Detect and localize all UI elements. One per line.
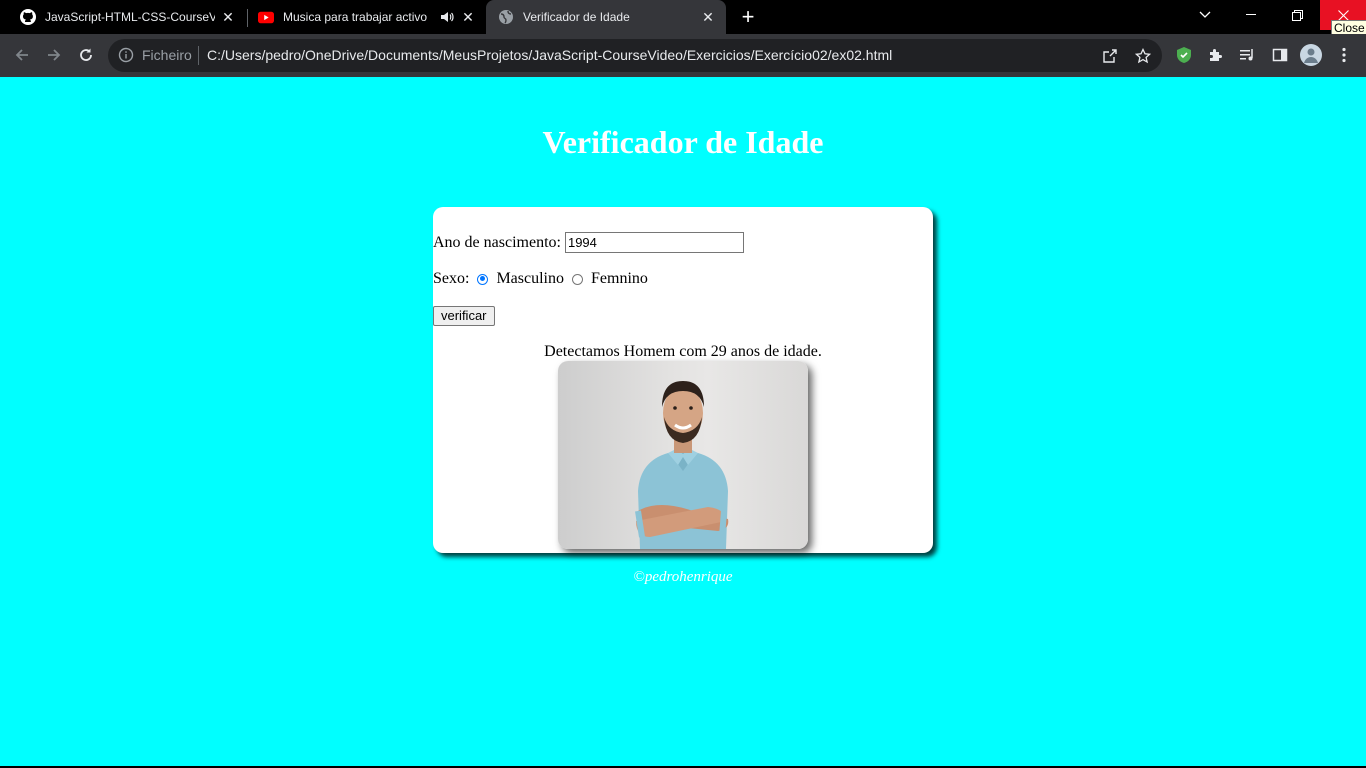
share-icon[interactable] [1101, 47, 1119, 65]
radio-male-label[interactable]: Masculino [496, 270, 564, 288]
verify-button[interactable]: verificar [433, 306, 495, 326]
restore-icon[interactable] [1274, 0, 1320, 30]
page-title: Verificador de Idade [542, 124, 824, 160]
tab-verificador-active[interactable]: Verificador de Idade ✕ [486, 0, 726, 34]
media-control-icon[interactable] [1237, 44, 1259, 66]
tab-title: JavaScript-HTML-CSS-CourseVideo [45, 10, 215, 24]
page-viewport: Verificador de Idade Ano de nascimento: … [0, 77, 1366, 766]
youtube-icon [258, 9, 274, 25]
info-icon[interactable] [118, 47, 134, 63]
tab-close-icon[interactable]: ✕ [700, 9, 716, 25]
minimize-icon[interactable] [1228, 0, 1274, 30]
side-panel-icon[interactable] [1269, 44, 1291, 66]
address-bar[interactable]: Ficheiro C:/Users/pedro/OneDrive/Documen… [108, 39, 1162, 72]
birth-year-label: Ano de nascimento: [433, 233, 561, 251]
tab-close-icon[interactable]: ✕ [460, 9, 476, 25]
profile-avatar[interactable] [1300, 44, 1322, 66]
scheme-label: Ficheiro [142, 47, 192, 63]
back-arrow-icon[interactable] [11, 44, 33, 66]
man-portrait-illustration [635, 381, 729, 549]
tab-close-icon[interactable]: ✕ [220, 9, 236, 25]
new-tab-button[interactable]: + [738, 6, 758, 28]
puzzle-extensions-icon[interactable] [1205, 44, 1227, 66]
radio-female[interactable] [572, 273, 583, 285]
close-icon [1337, 9, 1349, 21]
reload-icon[interactable] [75, 44, 97, 66]
radio-female-label[interactable]: Femnino [591, 270, 648, 288]
globe-icon [498, 9, 514, 25]
footer-credit: ©pedrohenrique [633, 569, 733, 585]
tab-github[interactable]: JavaScript-HTML-CSS-CourseVideo ✕ [0, 0, 246, 34]
menu-kebab-icon[interactable] [1333, 44, 1355, 66]
tab-search-chevron-down-icon[interactable] [1182, 0, 1228, 30]
form-card: Ano de nascimento: Sexo: Masculino Femni… [433, 207, 933, 553]
omnibox-divider [198, 46, 199, 65]
sex-label: Sexo: [433, 270, 470, 287]
url-text[interactable]: C:/Users/pedro/OneDrive/Documents/MeusPr… [207, 47, 892, 63]
birth-year-input[interactable] [564, 232, 744, 253]
tab-title: Musica para trabajar activo y alegre [283, 10, 428, 24]
bookmark-star-icon[interactable] [1134, 47, 1152, 65]
birth-year-row: Ano de nascimento: [433, 232, 744, 253]
browser-toolbar: Ficheiro C:/Users/pedro/OneDrive/Documen… [0, 34, 1366, 77]
shield-extension-icon[interactable] [1173, 44, 1195, 66]
speaker-icon[interactable] [440, 10, 454, 27]
radio-male[interactable] [477, 273, 489, 285]
sex-row: Sexo: Masculino Femnino [433, 270, 648, 288]
result-text: Detectamos Homem com 29 anos de idade. [544, 343, 822, 360]
tab-youtube[interactable]: Musica para trabajar activo y alegre ✕ [248, 0, 486, 34]
tab-strip: JavaScript-HTML-CSS-CourseVideo ✕ Musica… [0, 0, 1366, 36]
tab-title: Verificador de Idade [523, 10, 630, 24]
github-icon [20, 9, 36, 25]
forward-arrow-icon[interactable] [43, 44, 65, 66]
result-photo-man [558, 361, 808, 549]
